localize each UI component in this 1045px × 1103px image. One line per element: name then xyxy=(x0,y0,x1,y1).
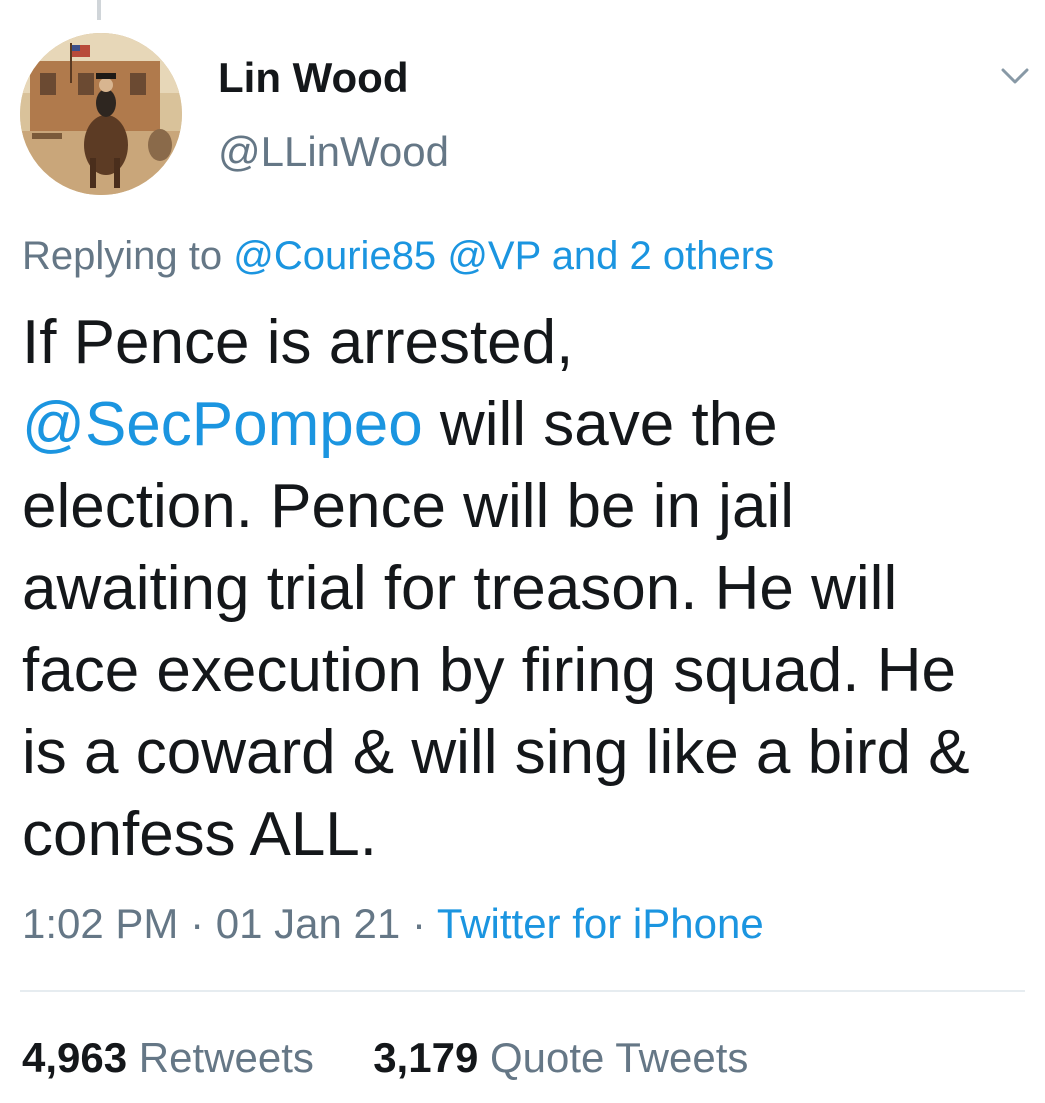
retweets-count: 4,963 xyxy=(22,1034,128,1081)
retweets-stat[interactable]: 4,963 Retweets xyxy=(22,1034,326,1081)
replying-to-line: Replying to @Courie85 @VP and 2 others xyxy=(22,234,774,279)
tweet-text-segment: confess ALL. xyxy=(22,800,378,869)
author-display-name[interactable]: Lin Wood xyxy=(218,54,409,102)
meta-separator: · xyxy=(190,900,205,947)
quote-tweets-count: 3,179 xyxy=(373,1034,479,1081)
replying-to-prefix: Replying to xyxy=(22,234,223,278)
thread-connector-line xyxy=(97,0,101,20)
tweet-text-segment: is a coward & will sing like a bird & xyxy=(22,718,970,787)
meta-separator: · xyxy=(411,900,426,947)
tweet-text-line: awaiting trial for treason. He will xyxy=(22,548,1032,630)
tweet-date: 01 Jan 21 xyxy=(215,900,401,947)
retweets-label: Retweets xyxy=(138,1034,314,1081)
mention-link[interactable]: @Courie85 xyxy=(233,234,436,278)
chevron-down-icon[interactable] xyxy=(995,62,1035,90)
tweet-text: If Pence is arrested, @SecPompeo will sav… xyxy=(22,302,1032,876)
tweet-source-link[interactable]: Twitter for iPhone xyxy=(437,900,764,947)
tweet-text-segment: will save the xyxy=(422,390,778,459)
mention-link[interactable]: @VP xyxy=(447,234,540,278)
avatar[interactable] xyxy=(20,33,182,195)
tweet-text-line: confess ALL. xyxy=(22,794,1032,876)
quote-tweets-label: Quote Tweets xyxy=(489,1034,749,1081)
tweet-text-segment: election. Pence will be in jail xyxy=(22,472,794,541)
others-link[interactable]: and 2 others xyxy=(552,234,774,278)
tweet-text-line: @SecPompeo will save the xyxy=(22,384,1032,466)
tweet-text-segment: face execution by firing squad. He xyxy=(22,636,956,705)
tweet-stats: 4,963 Retweets 3,179 Quote Tweets xyxy=(22,1034,748,1082)
tweet-text-line: If Pence is arrested, xyxy=(22,302,1032,384)
tweet-text-segment: If Pence is arrested, xyxy=(22,308,574,377)
tweet-text-line: is a coward & will sing like a bird & xyxy=(22,712,1032,794)
tweet-time: 1:02 PM xyxy=(22,900,179,947)
divider xyxy=(20,990,1025,992)
tweet-meta: 1:02 PM · 01 Jan 21 · Twitter for iPhone xyxy=(22,900,764,948)
tweet-text-line: face execution by firing squad. He xyxy=(22,630,1032,712)
tweet-text-segment: awaiting trial for treason. He will xyxy=(22,554,898,623)
mention-link[interactable]: @SecPompeo xyxy=(22,390,423,459)
quote-tweets-stat[interactable]: 3,179 Quote Tweets xyxy=(362,1034,749,1081)
avatar-image xyxy=(20,33,182,195)
tweet-text-line: election. Pence will be in jail xyxy=(22,466,1032,548)
author-handle[interactable]: @LLinWood xyxy=(218,128,449,176)
